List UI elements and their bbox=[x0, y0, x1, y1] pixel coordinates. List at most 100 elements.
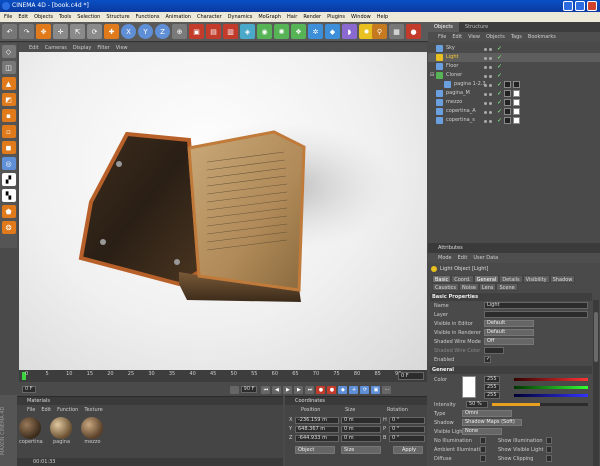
tab-structure[interactable]: Structure bbox=[459, 22, 494, 32]
keyframe-rot-icon[interactable]: ⟳ bbox=[360, 385, 370, 394]
objects-menu-tags[interactable]: Tags bbox=[511, 34, 522, 40]
uvw-tag-icon[interactable] bbox=[513, 99, 520, 106]
prev-frame-icon[interactable]: ◀ bbox=[272, 385, 282, 394]
objects-menu-objects[interactable]: Objects bbox=[486, 34, 505, 40]
color-swatch[interactable] bbox=[462, 376, 476, 398]
viewport[interactable] bbox=[19, 52, 427, 370]
menu-tools[interactable]: Tools bbox=[59, 14, 71, 20]
object-mode-icon[interactable]: ◫ bbox=[1, 61, 16, 74]
tab-scene[interactable]: Scene bbox=[496, 283, 518, 291]
uvw-tag-icon[interactable] bbox=[513, 117, 520, 124]
maximize-button[interactable] bbox=[575, 1, 585, 11]
visibility-dots[interactable] bbox=[484, 109, 496, 114]
end-frame-field[interactable] bbox=[229, 385, 239, 394]
camera-icon[interactable]: ◗ bbox=[342, 24, 357, 39]
show-clipping-checkbox[interactable] bbox=[546, 455, 552, 462]
texture-tag-icon[interactable] bbox=[504, 81, 511, 88]
object-row-light[interactable]: Light ✓ bbox=[428, 53, 600, 62]
menu-animation[interactable]: Animation bbox=[165, 14, 191, 20]
redo-icon[interactable]: ↷ bbox=[19, 24, 34, 39]
visibility-dots[interactable] bbox=[484, 73, 496, 78]
basic-properties-section[interactable]: Basic Properties bbox=[430, 293, 592, 301]
checker-icon[interactable]: ▞ bbox=[1, 173, 16, 186]
close-button[interactable] bbox=[587, 1, 597, 11]
polygons-mode-icon[interactable]: ◼ bbox=[1, 141, 16, 154]
color-blue-field[interactable]: 255 bbox=[484, 392, 500, 399]
tab-details[interactable]: Details bbox=[499, 275, 523, 283]
intensity-slider-track[interactable] bbox=[492, 403, 588, 406]
recent-tool-icon[interactable]: ✚ bbox=[104, 24, 119, 39]
materials-menu-edit[interactable]: Edit bbox=[41, 407, 51, 413]
move-icon[interactable]: ✛ bbox=[53, 24, 68, 39]
layout-icon[interactable]: ▦ bbox=[389, 24, 404, 39]
visibility-dots[interactable] bbox=[484, 82, 496, 87]
enabled-check-icon[interactable]: ✓ bbox=[497, 80, 502, 89]
object-row-cloner[interactable]: ⊟ Cloner ✓ bbox=[428, 71, 600, 80]
texture-tag-icon[interactable] bbox=[504, 90, 511, 97]
visibility-dots[interactable] bbox=[484, 46, 496, 51]
texture-mode-icon[interactable]: ▲ bbox=[1, 77, 16, 90]
viewport-menu-filter[interactable]: Filter bbox=[97, 45, 109, 51]
materials-menu-texture[interactable]: Texture bbox=[84, 407, 102, 413]
position-y-field[interactable]: 648.367 m bbox=[295, 426, 339, 433]
enabled-check-icon[interactable]: ✓ bbox=[497, 116, 502, 125]
attributes-menu-edit[interactable]: Edit bbox=[458, 255, 468, 261]
color-red-field[interactable]: 255 bbox=[484, 376, 500, 383]
menu-selection[interactable]: Selection bbox=[77, 14, 100, 20]
intensity-field[interactable]: 50 % bbox=[466, 401, 488, 408]
menu-help[interactable]: Help bbox=[377, 14, 388, 20]
shadow-type-select[interactable]: Shadow Maps (Soft) bbox=[462, 419, 522, 426]
enabled-checkbox[interactable]: ✓ bbox=[484, 356, 491, 363]
green-slider[interactable] bbox=[514, 386, 588, 389]
enabled-check-icon[interactable]: ✓ bbox=[497, 89, 502, 98]
tab-lens[interactable]: Lens bbox=[478, 283, 497, 291]
tab-noise[interactable]: Noise bbox=[459, 283, 479, 291]
position-z-field[interactable]: -644.933 m bbox=[295, 435, 339, 442]
keyframe-scale-icon[interactable]: ▣ bbox=[371, 385, 381, 394]
rotation-h-field[interactable]: 0 ° bbox=[389, 417, 425, 424]
enabled-check-icon[interactable]: ✓ bbox=[497, 98, 502, 107]
materials-menu-function[interactable]: Function bbox=[57, 407, 78, 413]
rotate-icon[interactable]: ⟳ bbox=[87, 24, 102, 39]
workplane-icon[interactable]: ◩ bbox=[1, 93, 16, 106]
tab-caustics[interactable]: Caustics bbox=[432, 283, 460, 291]
position-x-field[interactable]: -236.159 m bbox=[295, 417, 339, 424]
menu-plugins[interactable]: Plugins bbox=[327, 14, 345, 20]
edges-mode-icon[interactable]: ▫ bbox=[1, 125, 16, 138]
attributes-menu-mode[interactable]: Mode bbox=[438, 255, 452, 261]
general-section[interactable]: General bbox=[430, 366, 592, 374]
size-y-field[interactable]: 0 m bbox=[341, 426, 381, 433]
keyframe-icon[interactable]: ◆ bbox=[338, 385, 348, 394]
texture-tag-icon[interactable] bbox=[504, 99, 511, 106]
visible-editor-select[interactable]: Default bbox=[484, 320, 534, 327]
model-mode-icon[interactable]: ◇ bbox=[1, 45, 16, 58]
y-axis-button[interactable]: Y bbox=[138, 24, 153, 39]
current-frame-field[interactable]: 0 F bbox=[398, 372, 424, 380]
go-to-start-icon[interactable]: ⏮ bbox=[261, 385, 271, 394]
objects-menu-view[interactable]: View bbox=[468, 34, 480, 40]
menu-hair[interactable]: Hair bbox=[287, 14, 297, 20]
name-field[interactable]: Light bbox=[484, 302, 588, 309]
expand-icon[interactable]: ⊟ bbox=[430, 71, 434, 80]
scene-icon[interactable]: ✲ bbox=[308, 24, 323, 39]
array-icon[interactable]: ✺ bbox=[274, 24, 289, 39]
viewport-menu-view[interactable]: View bbox=[116, 45, 128, 51]
render-view-icon[interactable]: ▣ bbox=[189, 24, 204, 39]
ambient-illumination-checkbox[interactable] bbox=[480, 446, 486, 453]
material-swatch[interactable]: pagina bbox=[50, 417, 73, 448]
object-row-mezzo[interactable]: mezzo ✓ bbox=[428, 98, 600, 107]
scale-icon[interactable]: ⇱ bbox=[70, 24, 85, 39]
menu-structure[interactable]: Structure bbox=[106, 14, 129, 20]
object-row-pagina-m[interactable]: pagina_M ✓ bbox=[428, 89, 600, 98]
show-visible-light-checkbox[interactable] bbox=[546, 446, 552, 453]
size-z-field[interactable]: 0 m bbox=[341, 435, 381, 442]
enabled-check-icon[interactable]: ✓ bbox=[497, 107, 502, 116]
visible-renderer-select[interactable]: Default bbox=[484, 329, 534, 336]
play-icon[interactable]: ▶ bbox=[283, 385, 293, 394]
color-green-field[interactable]: 255 bbox=[484, 384, 500, 391]
coordinate-mode-select[interactable]: Object bbox=[295, 446, 335, 454]
render-settings-icon[interactable]: ▥ bbox=[223, 24, 238, 39]
visibility-dots[interactable] bbox=[484, 55, 496, 60]
enabled-check-icon[interactable]: ✓ bbox=[497, 44, 502, 53]
timeline-settings-icon[interactable]: ⋯ bbox=[382, 385, 392, 394]
